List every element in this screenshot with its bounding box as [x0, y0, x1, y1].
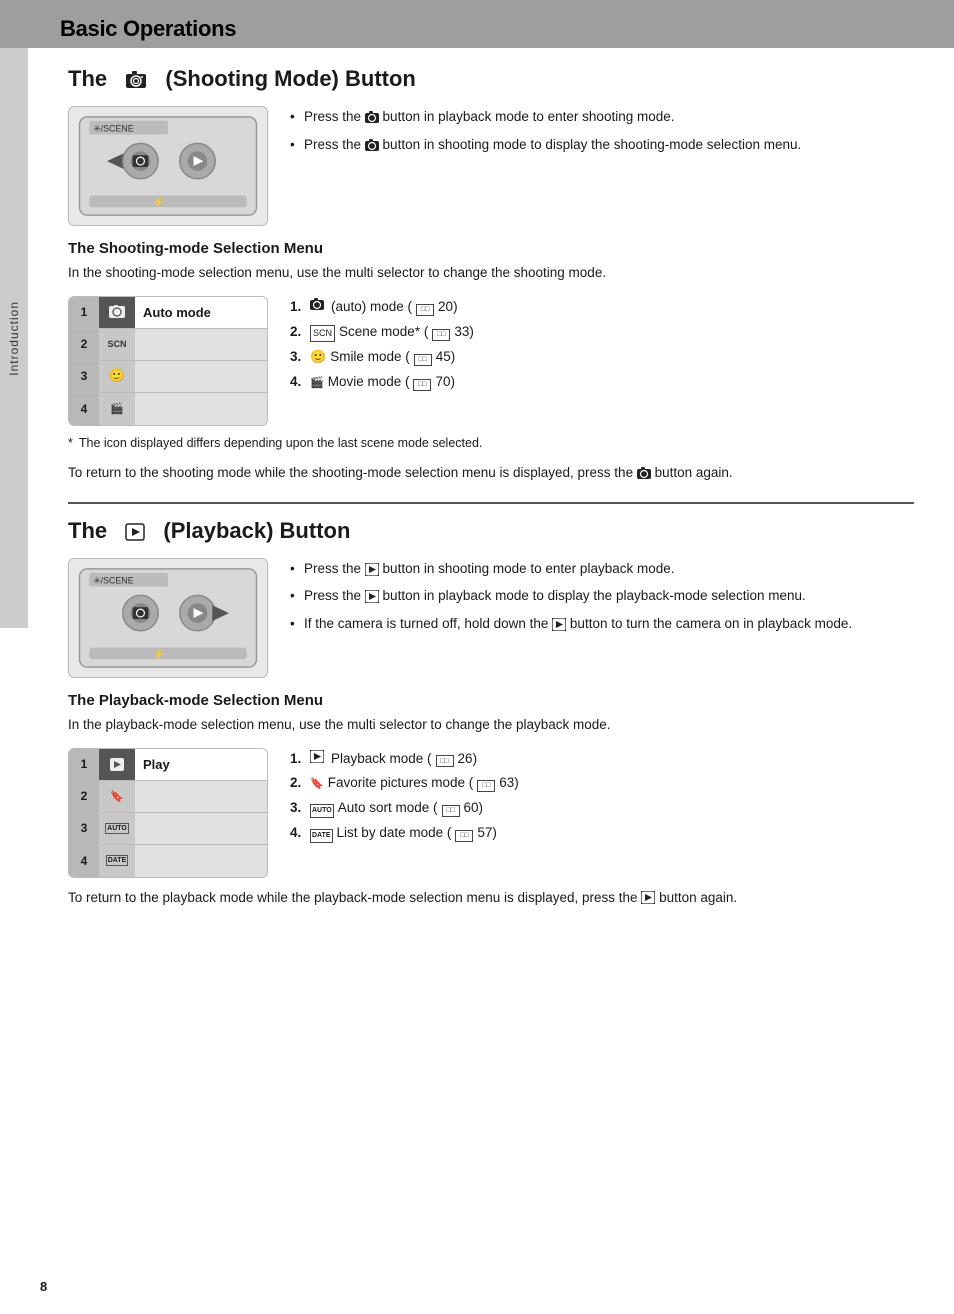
ref-icon-p2: □□ — [477, 780, 495, 792]
menu-list-item-1: 1. (auto) mode (□□ 20) — [290, 296, 474, 319]
section2-heading: The (Playback) Button — [68, 518, 914, 544]
cam-icon-inline-1 — [365, 109, 383, 124]
section1-bullets: Press the button in playback mode to ent… — [290, 106, 801, 161]
section-divider — [68, 502, 914, 504]
ref-icon-2: □□ — [432, 329, 450, 341]
ref-icon-4: □□ — [413, 379, 431, 391]
cam-icon-return-1 — [637, 465, 655, 480]
section-playback-mode: The (Playback) Button ✳/SCENE — [68, 518, 914, 909]
section1-title-pre: The — [68, 66, 107, 92]
page-title: Basic Operations — [60, 16, 236, 42]
section1-return-note: To return to the shooting mode while the… — [68, 463, 914, 484]
section1-camera-diagram: ✳/SCENE ⚡ — [68, 106, 268, 226]
section2-bullet-1: Press the button in shooting mode to ent… — [290, 558, 852, 580]
ref-icon-p1: □□ — [436, 755, 454, 767]
section2-diagram-area: ✳/SCENE ⚡ — [68, 558, 914, 678]
shooting-mode-cam-icon — [125, 66, 147, 92]
submenu1-title: The Shooting-mode Selection Menu — [68, 240, 914, 257]
menu-row-1: 1 Auto mode — [69, 297, 267, 329]
ref-icon-p3: □□ — [442, 805, 460, 817]
section2-bullet-2: Press the button in playback mode to dis… — [290, 585, 852, 607]
submenu2-title: The Playback-mode Selection Menu — [68, 692, 914, 709]
menu-row-4: 4 🎬 — [69, 393, 267, 425]
section1-numbered-list: 1. (auto) mode (□□ 20) 2. SCN Scene mode… — [290, 296, 474, 396]
svg-text:✳/SCENE: ✳/SCENE — [93, 124, 133, 134]
main-content: The (Shooting Mode) Button — [40, 48, 954, 956]
play-menu-list-item-4: 4. DATE List by date mode (□□ 57) — [290, 822, 519, 845]
section1-menu-diagram: 1 Auto mode 2 — [68, 296, 268, 426]
submenu1-body: In the shooting-mode selection menu, use… — [68, 263, 914, 284]
menu-row-3: 3 🙂 — [69, 361, 267, 393]
play-menu-list-item-2: 2. 🔖 Favorite pictures mode (□□ 63) — [290, 772, 519, 795]
play-menu-row-2: 2 🔖 — [69, 781, 267, 813]
section2-title-pre: The — [68, 518, 107, 544]
menu-list-item-3: 3. 🙂 Smile mode (□□ 45) — [290, 346, 474, 369]
section2-bullets: Press the button in shooting mode to ent… — [290, 558, 852, 641]
play-menu-row-1: 1 Play — [69, 749, 267, 781]
section-shooting-mode: The (Shooting Mode) Button — [68, 66, 914, 484]
playback-mode-play-icon — [125, 518, 145, 544]
header-bar: Basic Operations — [0, 0, 954, 48]
section1-menu-table: 1 Auto mode 2 — [69, 297, 267, 425]
menu-row-2: 2 SCN — [69, 329, 267, 361]
play-icon-inline-2 — [365, 588, 383, 603]
section1-bullet-2: Press the button in shooting mode to dis… — [290, 134, 801, 156]
section2-title-post: (Playback) Button — [163, 518, 350, 544]
svg-text:⚡: ⚡ — [153, 196, 165, 208]
menu-list-item-2: 2. SCN Scene mode* (□□ 33) — [290, 321, 474, 344]
play-icon-inline-1 — [365, 561, 383, 576]
section1-heading: The (Shooting Mode) Button — [68, 66, 914, 92]
play-icon-return — [641, 890, 659, 905]
section2-numbered-list: 1. Playback mode (□□ 26) 2. 🔖 Favorite p… — [290, 748, 519, 848]
play-menu-row-4: 4 DATE — [69, 845, 267, 877]
sidebar-label: Introduction — [7, 301, 21, 376]
play-menu-list-item-3: 3. AUTO Auto sort mode (□□ 60) — [290, 797, 519, 820]
svg-text:⚡: ⚡ — [153, 648, 165, 660]
section1-menu-area: 1 Auto mode 2 — [68, 296, 914, 426]
cam-icon-inline-2 — [365, 137, 383, 152]
section2-menu-table: 1 Play 2 🔖 — [69, 749, 267, 877]
menu-list-item-4: 4. 🎬 Movie mode (□□ 70) — [290, 371, 474, 394]
submenu2-body: In the playback-mode selection menu, use… — [68, 715, 914, 736]
ref-icon-3: □□ — [414, 354, 432, 366]
section1-title-post: (Shooting Mode) Button — [165, 66, 415, 92]
section1-bullet-1: Press the button in playback mode to ent… — [290, 106, 801, 128]
section2-return-note: To return to the playback mode while the… — [68, 888, 914, 909]
play-menu-row-3: 3 AUTO — [69, 813, 267, 845]
section1-footnote: * The icon displayed differs depending u… — [68, 434, 914, 453]
ref-icon-p4: □□ — [455, 830, 473, 842]
ref-icon-1: □□ — [416, 304, 434, 316]
section2-menu-area: 1 Play 2 🔖 — [68, 748, 914, 878]
section2-menu-diagram: 1 Play 2 🔖 — [68, 748, 268, 878]
page-number: 8 — [40, 1279, 47, 1294]
section2-bullet-3: If the camera is turned off, hold down t… — [290, 613, 852, 635]
play-menu-list-item-1: 1. Playback mode (□□ 26) — [290, 748, 519, 771]
svg-text:✳/SCENE: ✳/SCENE — [93, 575, 133, 585]
sidebar-tab: Introduction — [0, 48, 28, 628]
section1-diagram-area: ✳/SCENE ⚡ — [68, 106, 914, 226]
section2-camera-diagram: ✳/SCENE ⚡ — [68, 558, 268, 678]
play-icon-inline-3 — [552, 616, 570, 631]
